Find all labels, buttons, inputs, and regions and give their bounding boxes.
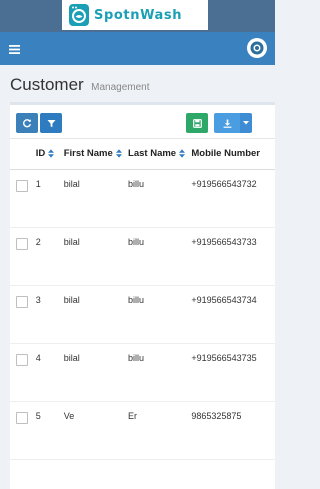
mobile-cell: +919566543735 bbox=[191, 343, 275, 402]
id-cell: 5 bbox=[35, 401, 64, 460]
mobile-cell: 9865325875 bbox=[191, 401, 275, 460]
table-row[interactable]: 4 bilal billu +919566543735 bbox=[10, 343, 275, 402]
id-header-label: ID bbox=[35, 148, 46, 160]
row-select-cell bbox=[10, 285, 36, 344]
first-name-cell: bilal bbox=[63, 227, 129, 286]
last-name-cell: billu bbox=[128, 227, 192, 286]
customer-table: ID First Name Last Name Mobile Number 1 … bbox=[10, 139, 275, 460]
row-select-cell bbox=[10, 401, 36, 460]
brand-name: SpotnWash bbox=[94, 7, 183, 23]
refresh-icon bbox=[23, 119, 32, 128]
last-name-column-header[interactable]: Last Name bbox=[128, 139, 192, 170]
customer-table-panel: ID First Name Last Name Mobile Number 1 … bbox=[10, 102, 275, 489]
hamburger-icon bbox=[8, 44, 20, 54]
save-button[interactable] bbox=[186, 113, 208, 133]
last-name-cell: Er bbox=[128, 401, 192, 460]
id-cell: 3 bbox=[35, 285, 64, 344]
page-subtitle: Management bbox=[91, 82, 150, 93]
table-row[interactable]: 3 bilal billu +919566543734 bbox=[10, 285, 275, 344]
sort-icon bbox=[115, 149, 122, 158]
id-column-header[interactable]: ID bbox=[35, 139, 64, 170]
table-row[interactable]: 1 bilal billu +919566543732 bbox=[10, 169, 275, 228]
id-cell: 1 bbox=[35, 169, 64, 228]
filter-button[interactable] bbox=[40, 113, 62, 133]
id-cell: 4 bbox=[35, 343, 64, 402]
last-name-cell: billu bbox=[128, 285, 192, 344]
last-name-header-label: Last Name bbox=[128, 148, 177, 160]
user-avatar[interactable] bbox=[247, 38, 267, 58]
first-name-cell: bilal bbox=[63, 169, 129, 228]
page-title: Customer bbox=[10, 75, 84, 94]
washing-machine-logo-icon bbox=[69, 4, 89, 26]
table-header-row: ID First Name Last Name Mobile Number bbox=[10, 139, 275, 170]
menu-toggle-button[interactable] bbox=[6, 41, 22, 57]
last-name-cell: billu bbox=[128, 169, 192, 228]
caret-down-icon bbox=[243, 121, 249, 125]
mobile-cell: +919566543734 bbox=[191, 285, 275, 344]
mobile-cell: +919566543732 bbox=[191, 169, 275, 228]
row-checkbox[interactable] bbox=[16, 237, 28, 250]
row-select-cell bbox=[10, 343, 36, 402]
top-navbar bbox=[0, 32, 275, 65]
sort-icon bbox=[179, 149, 186, 158]
table-toolbar bbox=[10, 105, 275, 139]
user-avatar-icon bbox=[250, 41, 264, 55]
first-name-cell: Ve bbox=[63, 401, 129, 460]
sort-icon bbox=[48, 149, 55, 158]
brand-logo[interactable]: SpotnWash bbox=[62, 0, 208, 30]
row-checkbox[interactable] bbox=[16, 353, 28, 366]
first-name-cell: bilal bbox=[63, 285, 129, 344]
row-select-cell bbox=[10, 227, 36, 286]
page-header: Customer Management bbox=[0, 65, 275, 103]
first-name-cell: bilal bbox=[63, 343, 129, 402]
last-name-cell: billu bbox=[128, 343, 192, 402]
logo-bar: SpotnWash bbox=[0, 0, 275, 32]
row-checkbox[interactable] bbox=[16, 179, 28, 192]
refresh-button[interactable] bbox=[16, 113, 38, 133]
first-name-header-label: First Name bbox=[63, 148, 113, 160]
row-checkbox[interactable] bbox=[16, 411, 28, 424]
save-icon bbox=[192, 118, 202, 128]
filter-icon bbox=[47, 119, 55, 127]
download-icon bbox=[223, 119, 231, 128]
table-row[interactable]: 2 bilal billu +919566543733 bbox=[10, 227, 275, 286]
mobile-cell: +919566543733 bbox=[191, 227, 275, 286]
row-select-cell bbox=[10, 169, 36, 228]
mobile-number-column-header[interactable]: Mobile Number bbox=[191, 139, 275, 170]
row-checkbox[interactable] bbox=[16, 295, 28, 308]
first-name-column-header[interactable]: First Name bbox=[63, 139, 129, 170]
id-cell: 2 bbox=[35, 227, 64, 286]
export-dropdown-toggle[interactable] bbox=[240, 113, 252, 133]
select-column-header bbox=[10, 139, 36, 170]
export-button[interactable] bbox=[214, 113, 240, 133]
mobile-header-label: Mobile Number bbox=[191, 148, 260, 160]
table-row[interactable]: 5 Ve Er 9865325875 bbox=[10, 401, 275, 460]
